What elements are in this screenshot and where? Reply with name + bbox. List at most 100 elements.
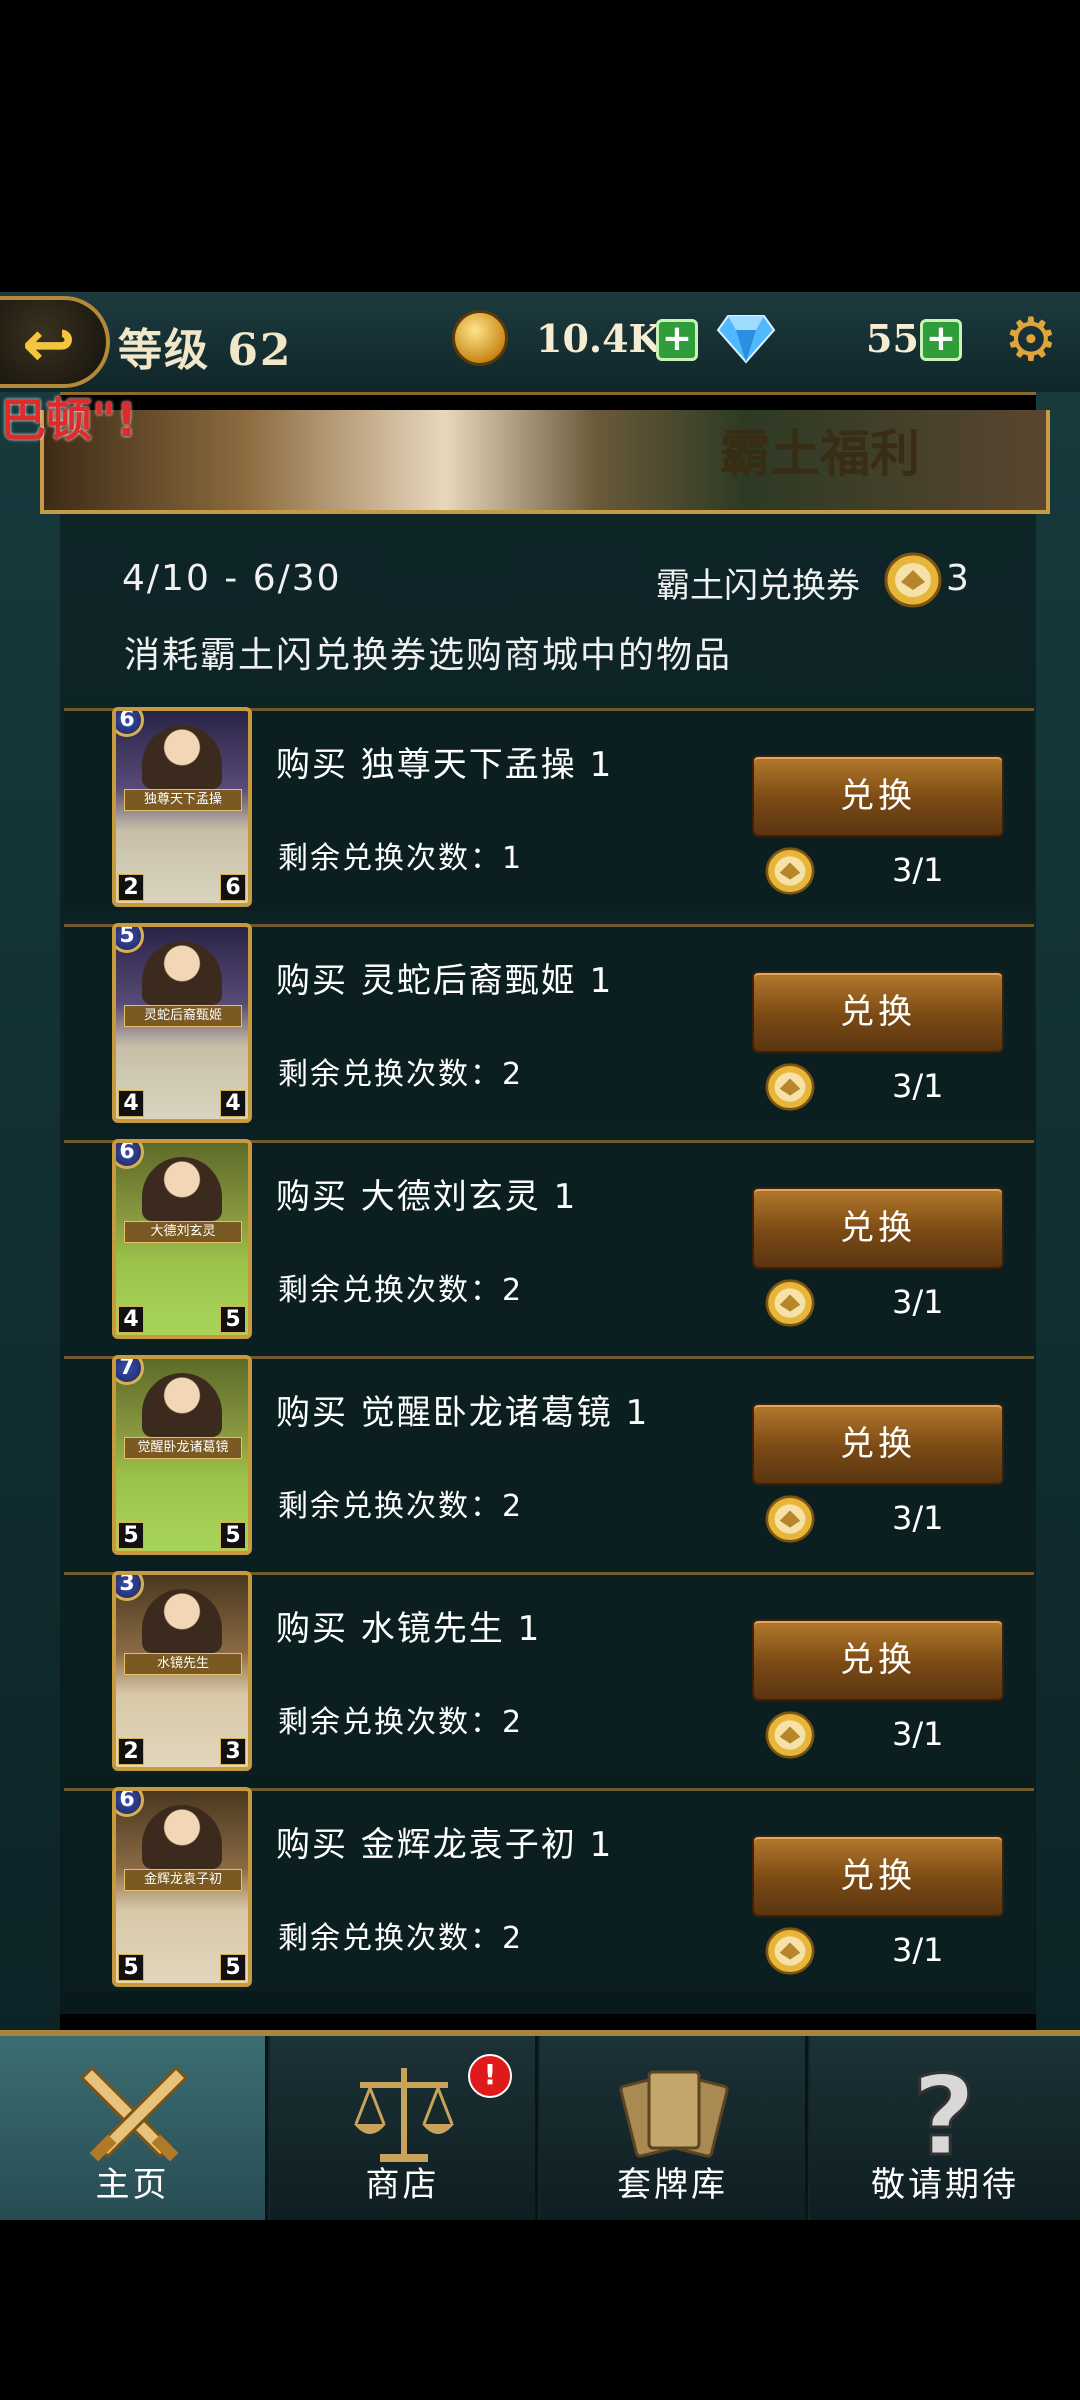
card-attack: 4: [118, 1306, 144, 1333]
card-health: 3: [220, 1738, 246, 1765]
add-gold-button[interactable]: +: [656, 319, 698, 361]
banner-title: 霸土福利: [720, 424, 920, 483]
tab-home-label: 主页: [95, 2165, 170, 2205]
add-gems-button[interactable]: +: [920, 319, 962, 361]
card-cost: 6: [116, 1791, 144, 1817]
card-health: 4: [220, 1090, 246, 1117]
card-name: 灵蛇后裔甄姬: [124, 1005, 242, 1027]
hero-card[interactable]: 金辉龙袁子初 6 5 5: [112, 1787, 252, 1987]
exchange-cost: 3/1: [892, 851, 944, 889]
card-name: 觉醒卧龙诸葛镜: [124, 1437, 242, 1459]
tab-deck-label: 套牌库: [617, 2165, 728, 2205]
card-portrait: [142, 1589, 222, 1653]
list-item: 水镜先生 3 2 3 购买 水镜先生 1 剩余兑换次数：2 兑换 3/1: [64, 1571, 1034, 1775]
diamond-icon: [716, 315, 776, 364]
gold-coin-icon: [452, 310, 508, 366]
voucher-coin-icon: [765, 1495, 815, 1543]
promo-overlay-text: 巴顿"!: [0, 393, 137, 447]
card-health: 5: [220, 1954, 246, 1981]
card-portrait: [142, 1373, 222, 1437]
card-attack: 4: [118, 1090, 144, 1117]
item-title: 购买 觉醒卧龙诸葛镜 1: [276, 1393, 650, 1433]
hero-card[interactable]: 水镜先生 3 2 3: [112, 1571, 252, 1771]
tab-coming-soon[interactable]: ? 敬请期待: [810, 2036, 1080, 2220]
remaining-exchanges: 剩余兑换次数：2: [278, 1489, 524, 1524]
card-health: 6: [220, 874, 246, 901]
voucher-coin-icon: [765, 1279, 815, 1327]
list-item: 金辉龙袁子初 6 5 5 购买 金辉龙袁子初 1 剩余兑换次数：2 兑换 3/1: [64, 1787, 1034, 1991]
card-attack: 5: [118, 1954, 144, 1981]
hero-card[interactable]: 灵蛇后裔甄姬 5 4 4: [112, 923, 252, 1123]
settings-gear-icon[interactable]: ⚙: [1004, 310, 1058, 370]
exchange-button[interactable]: 兑换: [752, 971, 1004, 1053]
list-item: 灵蛇后裔甄姬 5 4 4 购买 灵蛇后裔甄姬 1 剩余兑换次数：2 兑换 3/1: [64, 923, 1034, 1127]
exchange-button[interactable]: 兑换: [752, 1619, 1004, 1701]
event-date-range: 4/10 - 6/30: [122, 558, 342, 599]
exchange-cost: 3/1: [892, 1715, 944, 1753]
exchange-button[interactable]: 兑换: [752, 755, 1004, 837]
exchange-button[interactable]: 兑换: [752, 1187, 1004, 1269]
card-cost: 6: [116, 711, 144, 737]
card-portrait: [142, 941, 222, 1005]
card-portrait: [142, 725, 222, 789]
card-cost: 7: [116, 1359, 144, 1385]
card-attack: 5: [118, 1522, 144, 1549]
list-item: 大德刘玄灵 6 4 5 购买 大德刘玄灵 1 剩余兑换次数：2 兑换 3/1: [64, 1139, 1034, 1343]
exchange-button[interactable]: 兑换: [752, 1403, 1004, 1485]
card-name: 金辉龙袁子初: [124, 1869, 242, 1891]
card-name: 独尊天下孟操: [124, 789, 242, 811]
background-left: [0, 392, 60, 2032]
exchange-button[interactable]: 兑换: [752, 1835, 1004, 1917]
cards-icon: [619, 2070, 729, 2158]
card-attack: 2: [118, 874, 144, 901]
remaining-exchanges: 剩余兑换次数：1: [278, 841, 524, 876]
background-right: [1036, 392, 1080, 2032]
card-cost: 6: [116, 1143, 144, 1169]
tab-deck[interactable]: 套牌库: [540, 2036, 808, 2220]
voucher-coin-icon: [765, 1063, 815, 1111]
voucher-label: 霸土闪兑换券: [656, 566, 860, 606]
card-health: 5: [220, 1522, 246, 1549]
gem-value: 55: [866, 316, 919, 361]
exchange-cost: 3/1: [892, 1067, 944, 1105]
tab-coming-soon-label: 敬请期待: [871, 2165, 1019, 2205]
hero-card[interactable]: 大德刘玄灵 6 4 5: [112, 1139, 252, 1339]
level-label: 等级 62: [118, 325, 293, 376]
voucher-coin-icon: [765, 1711, 815, 1759]
exchange-cost: 3/1: [892, 1283, 944, 1321]
voucher-coin-icon: [765, 847, 815, 895]
card-portrait: [142, 1805, 222, 1869]
item-title: 购买 金辉龙袁子初 1: [276, 1825, 614, 1865]
voucher-coin-icon: [765, 1927, 815, 1975]
event-description: 消耗霸土闪兑换券选购商城中的物品: [124, 635, 733, 676]
hero-card[interactable]: 独尊天下孟操 6 2 6: [112, 707, 252, 907]
crossed-swords-icon: [79, 2065, 189, 2162]
voucher-coin-icon: [884, 552, 942, 608]
item-title: 购买 灵蛇后裔甄姬 1: [276, 961, 614, 1001]
item-title: 购买 水镜先生 1: [276, 1609, 542, 1649]
remaining-exchanges: 剩余兑换次数：2: [278, 1273, 524, 1308]
list-item: 觉醒卧龙诸葛镜 7 5 5 购买 觉醒卧龙诸葛镜 1 剩余兑换次数：2 兑换 3…: [64, 1355, 1034, 1559]
remaining-exchanges: 剩余兑换次数：2: [278, 1705, 524, 1740]
gold-value: 10.4K: [536, 316, 662, 361]
card-health: 5: [220, 1306, 246, 1333]
card-cost: 5: [116, 927, 144, 953]
scales-icon: [354, 2068, 454, 2162]
remaining-exchanges: 剩余兑换次数：2: [278, 1057, 524, 1092]
card-attack: 2: [118, 1738, 144, 1765]
question-mark-icon: ?: [911, 2054, 978, 2174]
bottom-spacer: [0, 2220, 1080, 2400]
exchange-cost: 3/1: [892, 1931, 944, 1969]
tab-home[interactable]: 主页: [0, 2036, 268, 2220]
voucher-count: 3: [946, 558, 969, 599]
svg-text:?: ?: [912, 2054, 976, 2174]
back-button[interactable]: ↩: [0, 296, 110, 388]
hero-card[interactable]: 觉醒卧龙诸葛镜 7 5 5: [112, 1355, 252, 1555]
tab-shop-label: 商店: [365, 2165, 440, 2205]
list-item: 独尊天下孟操 6 2 6 购买 独尊天下孟操 1 剩余兑换次数：1 兑换 3/1: [64, 707, 1034, 911]
exchange-cost: 3/1: [892, 1499, 944, 1537]
remaining-exchanges: 剩余兑换次数：2: [278, 1921, 524, 1956]
card-cost: 3: [116, 1575, 144, 1601]
notification-badge: !: [468, 2054, 512, 2098]
card-name: 水镜先生: [124, 1653, 242, 1675]
